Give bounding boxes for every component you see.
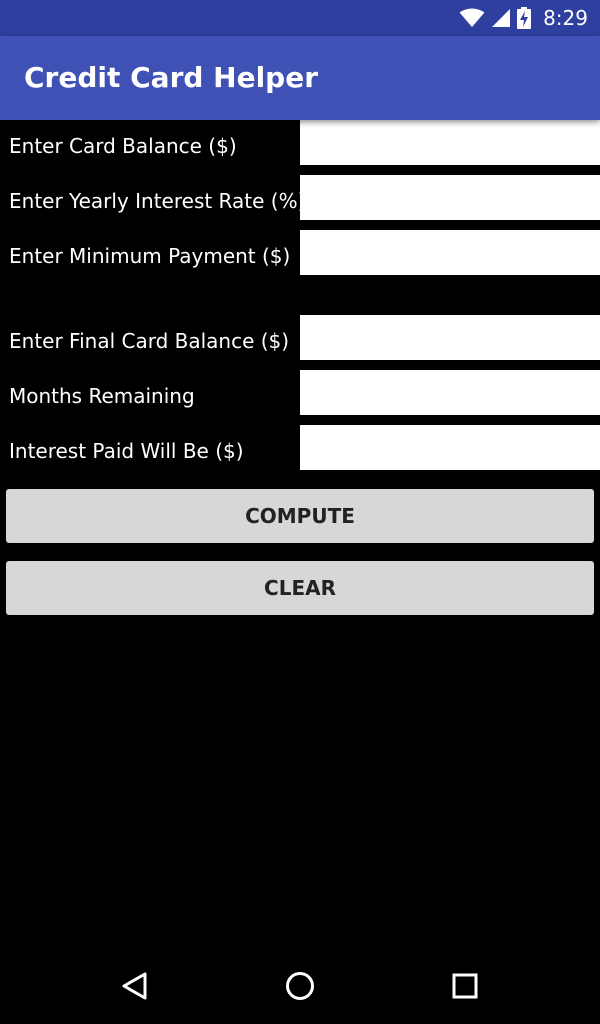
months-remaining-row: Months Remaining bbox=[0, 370, 600, 415]
interest-paid-field[interactable] bbox=[300, 425, 600, 470]
battery-charging-icon bbox=[517, 7, 532, 29]
navigation-bar bbox=[0, 952, 600, 1024]
home-button[interactable] bbox=[278, 966, 322, 1010]
back-icon bbox=[120, 971, 150, 1006]
wifi-icon bbox=[459, 8, 485, 28]
status-bar: 8:29 bbox=[0, 0, 600, 36]
card-balance-field[interactable] bbox=[300, 120, 600, 165]
home-icon bbox=[285, 971, 315, 1006]
status-icons: 8:29 bbox=[459, 0, 588, 36]
interest-rate-row: Enter Yearly Interest Rate (%) bbox=[0, 175, 600, 220]
compute-button[interactable]: COMPUTE bbox=[6, 489, 594, 543]
months-remaining-label: Months Remaining bbox=[9, 384, 195, 408]
app-bar: Credit Card Helper bbox=[0, 36, 600, 120]
min-payment-row: Enter Minimum Payment ($) bbox=[0, 230, 600, 275]
final-balance-label: Enter Final Card Balance ($) bbox=[9, 329, 290, 353]
min-payment-field[interactable] bbox=[300, 230, 600, 275]
clear-button[interactable]: CLEAR bbox=[6, 561, 594, 615]
status-time: 8:29 bbox=[543, 6, 588, 30]
card-balance-label: Enter Card Balance ($) bbox=[9, 134, 237, 158]
recents-button[interactable] bbox=[443, 966, 487, 1010]
back-button[interactable] bbox=[113, 966, 157, 1010]
interest-paid-label: Interest Paid Will Be ($) bbox=[9, 439, 244, 463]
card-balance-row: Enter Card Balance ($) bbox=[0, 120, 600, 165]
final-balance-row: Enter Final Card Balance ($) bbox=[0, 315, 600, 360]
interest-rate-field[interactable] bbox=[300, 175, 600, 220]
app-title: Credit Card Helper bbox=[24, 61, 319, 94]
recents-icon bbox=[450, 971, 480, 1006]
interest-rate-label: Enter Yearly Interest Rate (%) bbox=[9, 189, 306, 213]
final-balance-field[interactable] bbox=[300, 315, 600, 360]
min-payment-label: Enter Minimum Payment ($) bbox=[9, 244, 291, 268]
months-remaining-field[interactable] bbox=[300, 370, 600, 415]
interest-paid-row: Interest Paid Will Be ($) bbox=[0, 425, 600, 470]
cell-signal-icon bbox=[491, 8, 511, 28]
